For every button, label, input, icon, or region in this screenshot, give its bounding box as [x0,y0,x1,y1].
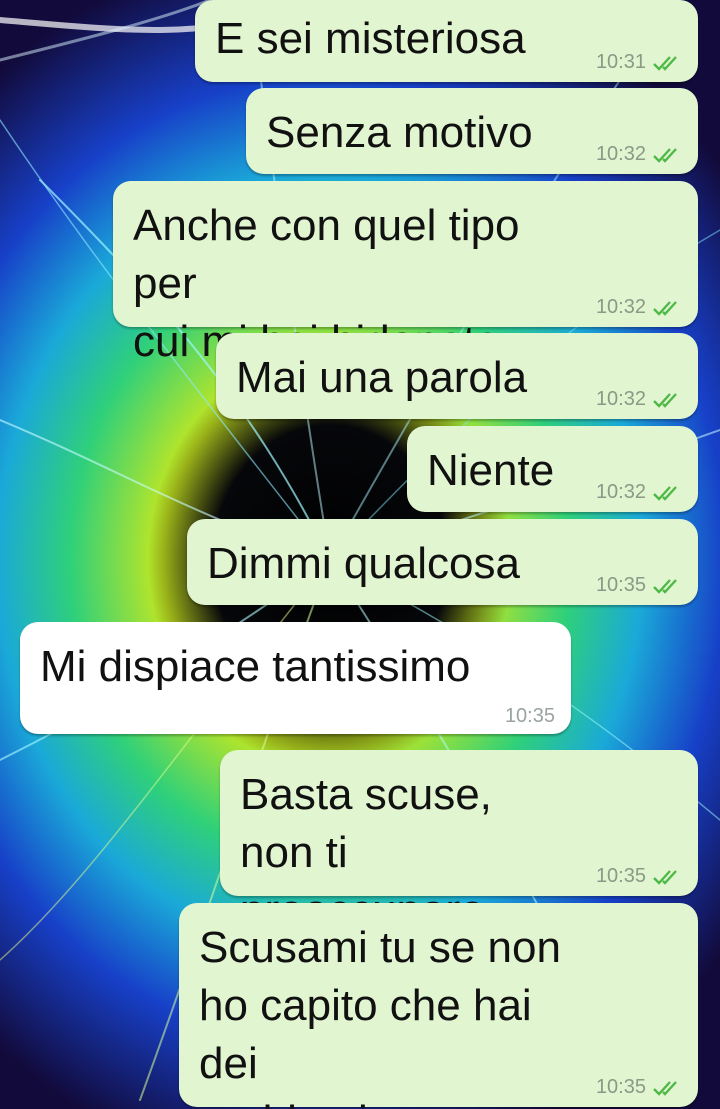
message-meta: 10:32 [596,296,684,319]
double-check-icon [652,1079,684,1097]
double-check-icon [652,868,684,886]
message-time: 10:35 [595,1076,646,1098]
message-meta: 10:31 [596,51,684,74]
message-bubble-outgoing[interactable]: Mai una parola 10:32 [216,333,698,419]
message-meta: 10:35 [596,1076,684,1099]
message-time: 10:32 [595,388,646,410]
message-bubble-outgoing[interactable]: Scusami tu se non ho capito che hai dei … [179,903,698,1109]
message-meta: 10:32 [596,388,684,411]
message-time: 10:32 [595,296,646,318]
message-bubble-outgoing[interactable]: Dimmi qualcosa 10:35 [187,519,698,605]
message-meta: 10:35 [596,865,684,888]
message-bubble-outgoing[interactable]: Anche con quel tipo per cui mi hai bidon… [113,181,698,366]
message-bubble-outgoing[interactable]: E sei misteriosa 10:31 [195,0,698,82]
double-check-icon [652,391,684,409]
message-bubble-outgoing[interactable]: Senza motivo 10:32 [246,88,698,174]
double-check-icon [652,146,684,164]
double-check-icon [652,484,684,502]
message-time: 10:32 [595,143,646,165]
message-bubble-outgoing[interactable]: Niente 10:32 [407,426,698,512]
message-meta: 10:35 [505,705,555,728]
message-meta: 10:32 [596,143,684,166]
message-text: Mi dispiace tantissimo [40,642,471,691]
message-bubble-outgoing[interactable]: Basta scuse, non ti preoccupare 10:35 [220,750,698,935]
message-time: 10:32 [595,481,646,503]
message-time: 10:35 [595,865,646,887]
message-meta: 10:32 [596,481,684,504]
message-meta: 10:35 [596,574,684,597]
message-bubble-incoming[interactable]: Mi dispiace tantissimo 10:35 [20,622,571,734]
double-check-icon [652,299,684,317]
double-check-icon [652,54,684,72]
chat-conversation: E sei misteriosa 10:31 Senza motivo 10:3… [0,0,720,1109]
message-time: 10:35 [595,574,646,596]
message-time: 10:35 [504,705,555,727]
double-check-icon [652,577,684,595]
message-time: 10:31 [595,51,646,73]
